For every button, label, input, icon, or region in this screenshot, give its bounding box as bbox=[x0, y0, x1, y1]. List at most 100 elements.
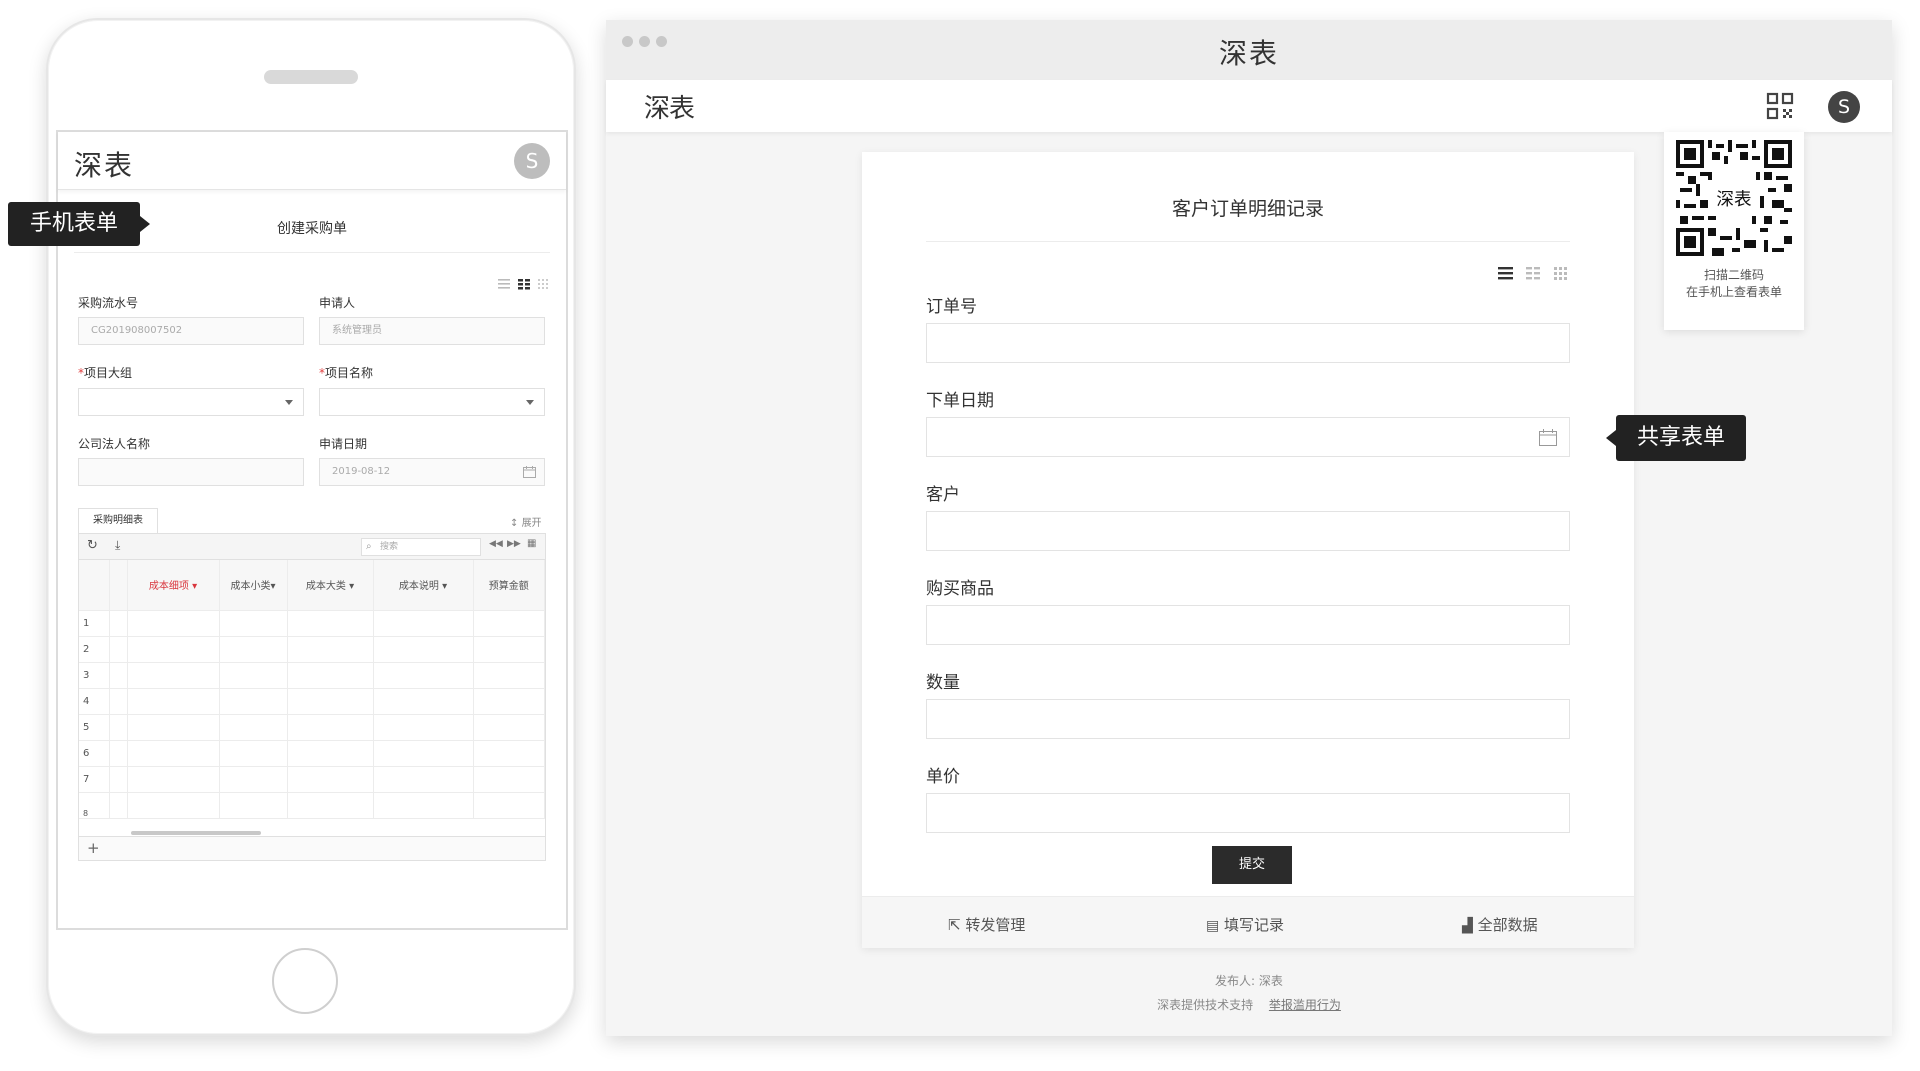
row-number: 7 bbox=[79, 766, 110, 793]
field-label-unit-price: 单价 bbox=[926, 767, 960, 787]
browser-window: 深表 深表 S 深表 扫描二维码 在手机上查看表单 客户订单明细记录 订单号 下… bbox=[606, 20, 1892, 1036]
forward-manage-link[interactable]: ⇱ 转发管理 bbox=[948, 914, 1025, 935]
table-row[interactable]: 8 bbox=[79, 792, 545, 819]
user-avatar[interactable]: S bbox=[1828, 91, 1860, 123]
chevron-down-icon bbox=[526, 400, 534, 405]
form-title: 客户订单明细记录 bbox=[1171, 198, 1324, 220]
mobile-avatar[interactable]: S bbox=[514, 143, 550, 179]
subtable-tab[interactable]: 采购明细表 bbox=[78, 508, 158, 534]
forward-manage-label: 转发管理 bbox=[965, 916, 1026, 934]
row-number: 8 bbox=[79, 792, 110, 819]
legal-entity-input[interactable] bbox=[78, 458, 304, 486]
brand-logo[interactable]: 深表 bbox=[644, 88, 695, 125]
layout-switcher[interactable] bbox=[1498, 266, 1570, 282]
field-label-legal-entity: 公司法人名称 bbox=[78, 437, 151, 451]
table-row[interactable]: 5 bbox=[79, 714, 545, 741]
applicant-input[interactable]: 系统管理员 bbox=[319, 317, 545, 345]
fill-records-link[interactable]: ▤ 填写记录 bbox=[1206, 914, 1284, 935]
table-row[interactable]: 6 bbox=[79, 740, 545, 767]
submit-button[interactable]: 提交 bbox=[1212, 846, 1292, 884]
publisher-line: 发布人: 深表 bbox=[606, 972, 1892, 989]
col-header[interactable]: 成本大类 ▾ bbox=[287, 560, 374, 611]
divider bbox=[74, 252, 550, 253]
phone-mockup: 深表 S 创建采购单 采购流水号 申请人 CG201908007502 系统管理… bbox=[46, 18, 576, 1036]
table-row[interactable]: 7 bbox=[79, 766, 545, 793]
calendar-icon[interactable] bbox=[1539, 429, 1557, 446]
subtable-expand-label: 展开 bbox=[521, 518, 542, 529]
phone-speaker bbox=[264, 70, 358, 84]
col-header[interactable]: 成本小类▾ bbox=[219, 560, 288, 611]
row-number: 6 bbox=[79, 740, 110, 767]
field-label-applicant: 申请人 bbox=[319, 296, 356, 310]
table-row[interactable]: 3 bbox=[79, 662, 545, 689]
serial-input[interactable]: CG201908007502 bbox=[78, 317, 304, 345]
col-header[interactable]: 成本说明 ▾ bbox=[373, 560, 474, 611]
project-group-select[interactable] bbox=[78, 388, 304, 416]
col-header[interactable]: 预算金额 bbox=[473, 560, 545, 611]
qr-code-image: 深表 bbox=[1676, 140, 1792, 256]
mobile-app-logo: 深表 bbox=[74, 149, 135, 182]
qr-popover: 深表 扫描二维码 在手机上查看表单 bbox=[1664, 132, 1804, 330]
form-footer-bar: ⇱ 转发管理 ▤ 填写记录 ▟ 全部数据 bbox=[862, 896, 1634, 948]
subtable-grid: ↻ ⤓ ⌕ 搜索 ◀◀ ▶▶ ▦ 成本细项 ▾ 成本小类▾ 成本大类 ▾ 成本说… bbox=[78, 533, 546, 861]
row-number: 1 bbox=[79, 610, 110, 637]
field-label-serial: 采购流水号 bbox=[78, 296, 139, 310]
qr-caption-line1: 扫描二维码 bbox=[1703, 268, 1764, 282]
layout-icons[interactable] bbox=[498, 278, 550, 290]
form-card: 客户订单明细记录 订单号 下单日期 客户 购买商品 数量 单价 提交 ⇱ 转发管… bbox=[862, 152, 1634, 948]
subtable-search[interactable]: ⌕ 搜索 bbox=[361, 538, 481, 556]
top-navbar: 深表 S bbox=[606, 80, 1892, 132]
field-label-product: 购买商品 bbox=[926, 579, 994, 599]
mobile-header: 深表 S bbox=[58, 132, 566, 190]
phone-screen: 深表 S 创建采购单 采购流水号 申请人 CG201908007502 系统管理… bbox=[56, 130, 568, 930]
project-name-select[interactable] bbox=[319, 388, 545, 416]
chevron-down-icon bbox=[285, 400, 293, 405]
field-label-text: 项目名称 bbox=[325, 366, 374, 380]
prev-page-icon[interactable]: ◀◀ bbox=[489, 539, 503, 549]
field-label-project-group: *项目大组 bbox=[78, 364, 132, 381]
add-row-button[interactable]: + bbox=[87, 839, 100, 857]
grid-settings-icon[interactable]: ▦ bbox=[527, 538, 536, 549]
qr-code-icon[interactable] bbox=[1766, 92, 1794, 120]
header-cell bbox=[109, 560, 128, 611]
col-header-label: 成本小类 bbox=[230, 581, 271, 593]
row-number: 3 bbox=[79, 662, 110, 689]
field-label-customer: 客户 bbox=[926, 485, 960, 505]
row-number: 2 bbox=[79, 636, 110, 663]
customer-input[interactable] bbox=[926, 511, 1570, 551]
subtable-toolbar: ↻ ⤓ ⌕ 搜索 ◀◀ ▶▶ ▦ bbox=[79, 534, 545, 560]
col-header-label: 成本细项 bbox=[148, 581, 189, 593]
search-placeholder: 搜索 bbox=[380, 542, 399, 552]
table-row[interactable]: 4 bbox=[79, 688, 545, 715]
subtable-expand[interactable]: ↕ 展开 bbox=[510, 514, 542, 529]
table-row[interactable]: 2 bbox=[79, 636, 545, 663]
quantity-input[interactable] bbox=[926, 699, 1570, 739]
next-page-icon[interactable]: ▶▶ bbox=[507, 539, 521, 549]
publisher-name: 深表 bbox=[1258, 974, 1283, 988]
order-date-input[interactable] bbox=[926, 417, 1570, 457]
all-data-label: 全部数据 bbox=[1477, 916, 1538, 934]
publisher-label: 发布人: bbox=[1215, 974, 1256, 988]
col-header-label: 预算金额 bbox=[488, 581, 529, 593]
product-input[interactable] bbox=[926, 605, 1570, 645]
field-label-quantity: 数量 bbox=[926, 673, 960, 693]
mobile-form-tooltip: 手机表单 bbox=[8, 202, 150, 246]
report-abuse-link[interactable]: 举报滥用行为 bbox=[1269, 998, 1341, 1012]
col-header-label: 成本大类 bbox=[305, 581, 346, 593]
download-icon[interactable]: ⤓ bbox=[115, 538, 120, 553]
field-label-project-name: *项目名称 bbox=[319, 364, 373, 381]
divider bbox=[926, 241, 1570, 242]
horizontal-scrollbar[interactable] bbox=[131, 831, 261, 835]
apply-date-input[interactable]: 2019-08-12 bbox=[319, 458, 545, 486]
bar-chart-icon: ▟ bbox=[1462, 918, 1473, 934]
row-number: 5 bbox=[79, 714, 110, 741]
unit-price-input[interactable] bbox=[926, 793, 1570, 833]
phone-home-button bbox=[272, 948, 338, 1014]
order-no-input[interactable] bbox=[926, 323, 1570, 363]
col-header[interactable]: 成本细项 ▾ bbox=[127, 560, 220, 611]
all-data-link[interactable]: ▟ 全部数据 bbox=[1462, 914, 1538, 935]
subtable-footer: + bbox=[79, 836, 545, 860]
table-row[interactable]: 1 bbox=[79, 610, 545, 637]
search-icon: ⌕ bbox=[366, 541, 372, 552]
refresh-icon[interactable]: ↻ bbox=[87, 538, 98, 553]
